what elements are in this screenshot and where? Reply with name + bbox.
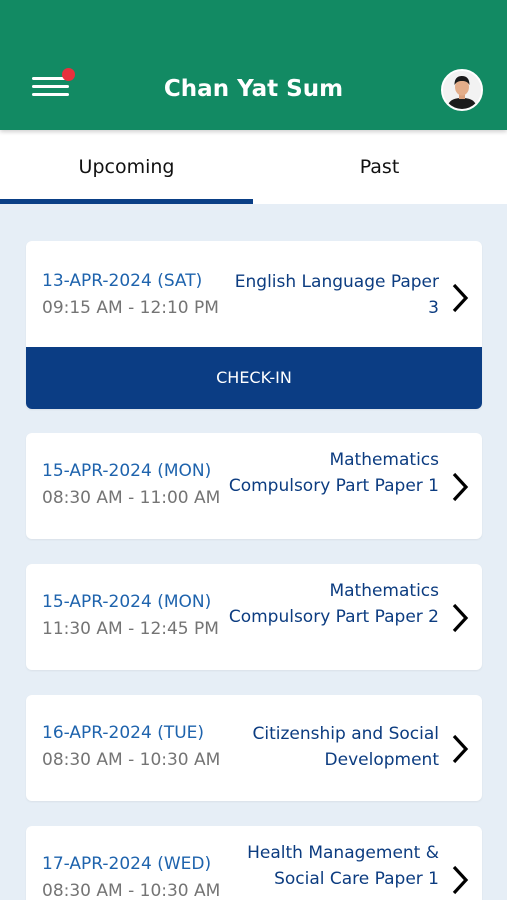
- exam-subject: English Language Paper 3: [234, 272, 439, 318]
- exam-subject: Mathematics Compulsory Part Paper 2: [228, 581, 439, 627]
- exam-card[interactable]: 16-APR-2024 (TUE) 08:30 AM - 10:30 AM Ci…: [26, 695, 482, 801]
- chevron-right-icon: [452, 283, 469, 313]
- exam-time: 08:30 AM - 10:30 AM: [42, 881, 221, 900]
- exam-card[interactable]: 17-APR-2024 (WED) 08:30 AM - 10:30 AM He…: [26, 826, 482, 900]
- exam-date: 16-APR-2024 (TUE): [42, 723, 205, 743]
- avatar[interactable]: [441, 69, 483, 111]
- app-header: Chan Yat Sum: [0, 0, 507, 130]
- tab-upcoming[interactable]: Upcoming: [0, 130, 253, 204]
- user-avatar-icon: [443, 71, 481, 109]
- exam-time: 11:30 AM - 12:45 PM: [42, 619, 219, 639]
- exam-subject: Mathematics Compulsory Part Paper 1: [228, 450, 439, 496]
- exam-time: 09:15 AM - 12:10 PM: [42, 298, 219, 318]
- page-title: Chan Yat Sum: [163, 76, 344, 102]
- exam-card[interactable]: 13-APR-2024 (SAT) 09:15 AM - 12:10 PM En…: [26, 241, 482, 409]
- active-tab-indicator: [0, 199, 253, 204]
- exam-date: 15-APR-2024 (MON): [42, 461, 212, 481]
- exam-card[interactable]: 15-APR-2024 (MON) 11:30 AM - 12:45 PM Ma…: [26, 564, 482, 670]
- exam-date: 17-APR-2024 (WED): [42, 854, 212, 874]
- tab-bar: Upcoming Past: [0, 130, 507, 204]
- check-in-button[interactable]: CHECK-IN: [26, 347, 482, 409]
- exam-time: 08:30 AM - 11:00 AM: [42, 488, 221, 508]
- chevron-right-icon: [452, 865, 469, 895]
- exam-date: 13-APR-2024 (SAT): [42, 271, 203, 291]
- exam-card[interactable]: 15-APR-2024 (MON) 08:30 AM - 11:00 AM Ma…: [26, 433, 482, 539]
- exam-subject: Health Management & Social Care Paper 1: [247, 843, 439, 889]
- chevron-right-icon: [452, 734, 469, 764]
- exam-date: 15-APR-2024 (MON): [42, 592, 212, 612]
- exam-time: 08:30 AM - 10:30 AM: [42, 750, 221, 770]
- chevron-right-icon: [452, 472, 469, 502]
- tab-past[interactable]: Past: [253, 130, 506, 204]
- chevron-right-icon: [452, 603, 469, 633]
- exam-subject: Citizenship and Social Development: [252, 724, 439, 770]
